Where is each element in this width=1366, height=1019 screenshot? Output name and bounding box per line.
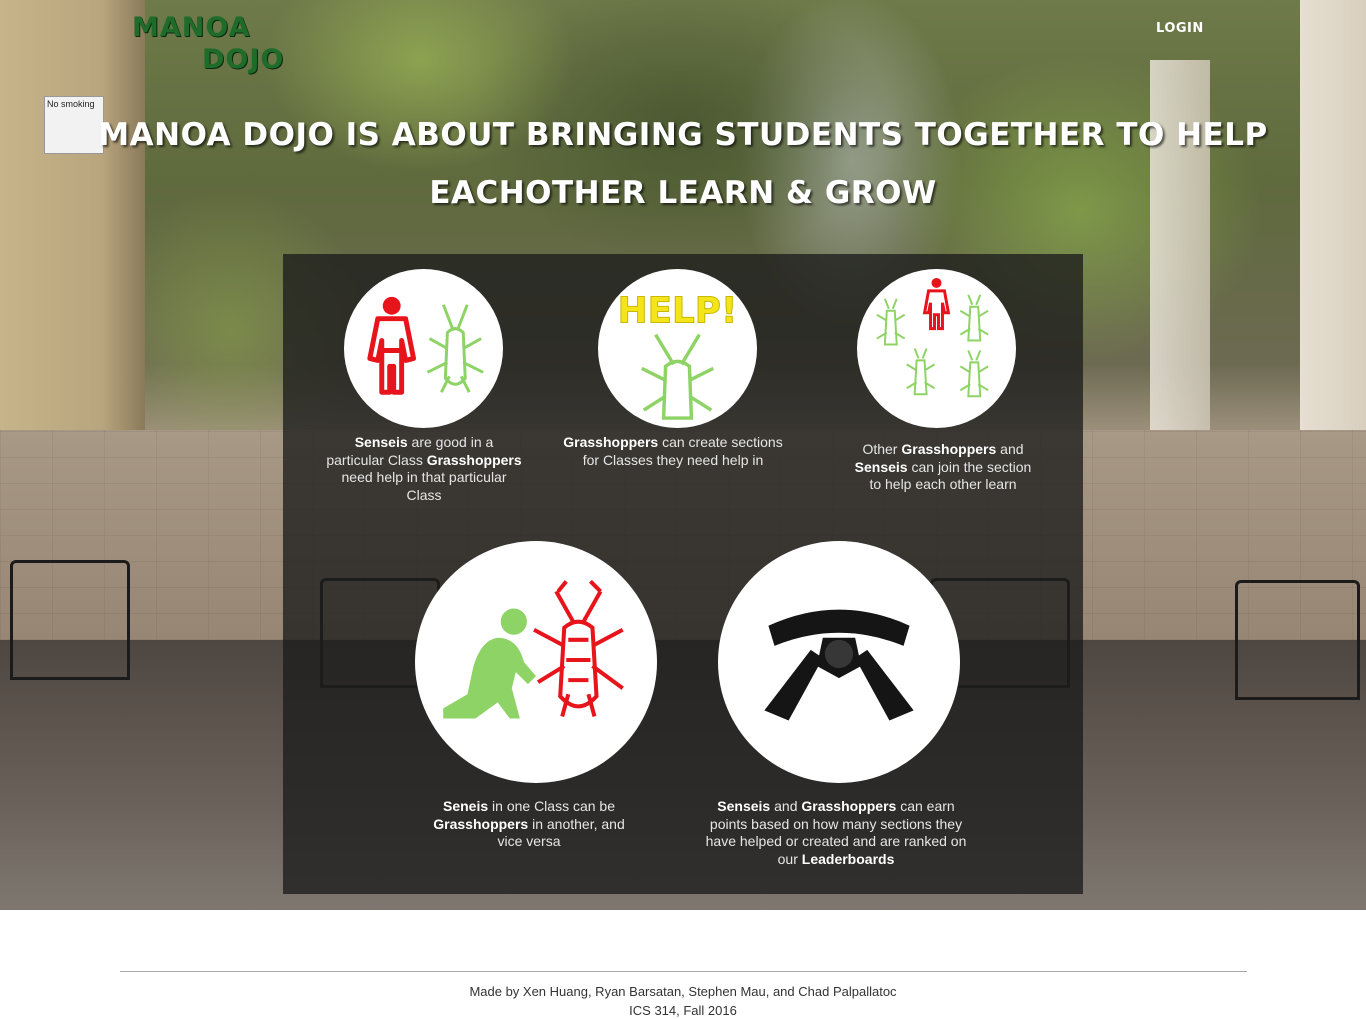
caption-text: in one Class can be — [488, 798, 615, 814]
logo-text-manoa: MANOA — [132, 12, 251, 43]
caption-keyword: Leaderboards — [801, 850, 895, 867]
login-link[interactable]: LOGIN — [1156, 21, 1204, 36]
footer-credits: Made by Xen Huang, Ryan Barsatan, Stephe… — [469, 984, 897, 999]
caption-text: need help in that particular Class — [341, 469, 507, 503]
caption-keyword: Senseis — [717, 798, 771, 814]
caption-text: and — [770, 798, 802, 814]
logo[interactable]: MANOA DOJO — [132, 12, 285, 78]
caption-text: and — [996, 441, 1024, 457]
sensei-and-grasshopper-icon — [344, 269, 503, 428]
caption-keyword: Senseis — [854, 458, 908, 475]
caption-keyword: Grasshoppers — [563, 434, 659, 450]
help-grasshopper-icon: HELP! — [598, 269, 757, 428]
headline: Manoa Dojo is about bringing students to… — [98, 117, 1268, 211]
help-icon-text: HELP! — [618, 291, 738, 332]
background-chair — [1235, 580, 1360, 700]
black-belt-icon — [718, 541, 960, 783]
caption-keyword: Grasshoppers — [426, 451, 522, 468]
feature-caption-1: Senseis are good in a particular Class G… — [326, 434, 522, 504]
caption-keyword: Grasshoppers — [433, 815, 529, 832]
bowing-student-icon — [415, 541, 657, 783]
logo-text-dojo: DOJO — [202, 44, 285, 75]
caption-keyword: Grasshoppers — [901, 441, 997, 457]
caption-keyword: Grasshoppers — [801, 798, 897, 814]
feature-caption-3: Other Grasshoppers and Senseis can join … — [848, 441, 1038, 494]
feature-caption-5: Senseis and Grasshoppers can earn points… — [700, 798, 972, 868]
caption-text: Other — [862, 441, 902, 457]
caption-keyword: Seneis — [443, 798, 489, 814]
group-section-icon — [857, 269, 1016, 428]
feature-caption-4: Seneis in one Class can be Grasshoppers … — [420, 798, 638, 851]
footer-course: ICS 314, Fall 2016 — [629, 1003, 737, 1018]
caption-keyword: Senseis — [354, 434, 408, 450]
background-chair — [10, 560, 130, 680]
footer-divider — [120, 971, 1247, 972]
feature-caption-2: Grasshoppers can create sections for Cla… — [562, 434, 784, 469]
footer: Made by Xen Huang, Ryan Barsatan, Stephe… — [0, 982, 1366, 1019]
